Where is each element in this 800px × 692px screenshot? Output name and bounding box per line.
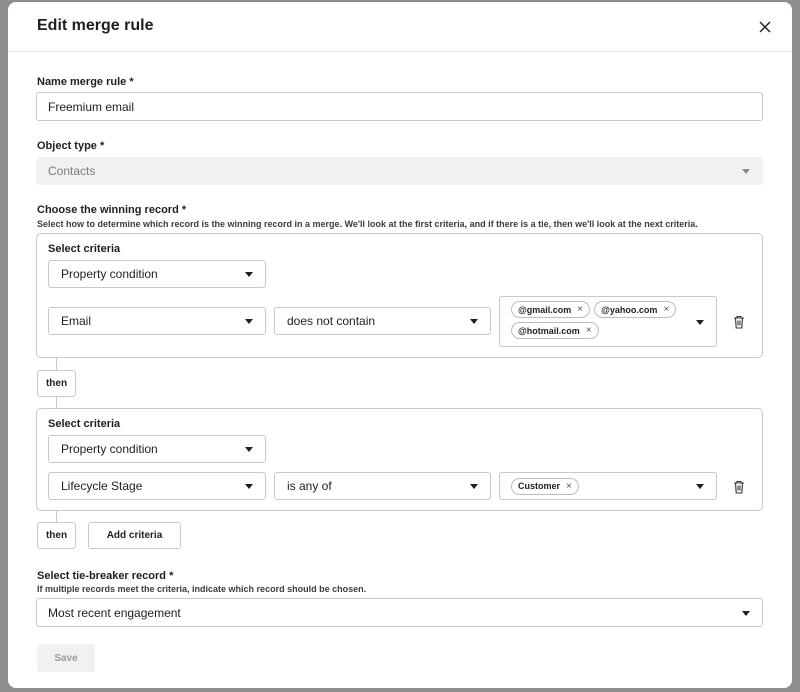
values-multiselect[interactable]: Customer ×	[499, 472, 717, 500]
name-merge-rule-value: Freemium email	[48, 99, 135, 114]
property-select[interactable]: Lifecycle Stage	[48, 472, 266, 500]
x-icon[interactable]: ×	[566, 481, 572, 492]
property-value: Email	[61, 314, 92, 328]
criteria-card-title: Select criteria	[48, 243, 121, 255]
x-icon[interactable]: ×	[577, 304, 583, 315]
chevron-down-icon	[696, 484, 704, 489]
edit-merge-rule-modal: Edit merge rule Name merge rule * Freemi…	[8, 2, 792, 688]
save-button[interactable]: Save	[37, 644, 95, 672]
chevron-down-icon	[245, 447, 253, 452]
x-icon[interactable]: ×	[663, 304, 669, 315]
then-button[interactable]: then	[37, 370, 76, 397]
property-value: Lifecycle Stage	[61, 479, 143, 493]
value-tag-label: @gmail.com	[518, 304, 572, 315]
value-tag-label: @hotmail.com	[518, 325, 580, 336]
criteria-type-value: Property condition	[61, 442, 158, 456]
operator-select[interactable]: is any of	[274, 472, 491, 500]
close-icon	[759, 21, 771, 33]
criteria-card-1: Select criteria Property condition Email…	[36, 233, 763, 358]
name-field-label: Name merge rule *	[37, 76, 134, 88]
add-criteria-button[interactable]: Add criteria	[88, 522, 181, 549]
tie-breaker-select[interactable]: Most recent engagement	[36, 598, 763, 627]
object-type-value: Contacts	[48, 164, 96, 178]
tie-breaker-label: Select tie-breaker record *	[37, 570, 174, 582]
chevron-down-icon	[470, 319, 478, 324]
modal-header: Edit merge rule	[8, 2, 792, 52]
chevron-down-icon	[742, 169, 750, 174]
object-type-select: Contacts	[36, 157, 763, 185]
operator-select[interactable]: does not contain	[274, 307, 491, 335]
value-tag: Customer ×	[511, 477, 579, 495]
property-select[interactable]: Email	[48, 307, 266, 335]
value-tag: @yahoo.com ×	[594, 301, 677, 318]
value-tag-label: Customer	[518, 481, 561, 491]
name-merge-rule-input[interactable]: Freemium email	[36, 92, 763, 121]
chevron-down-icon	[245, 484, 253, 489]
chevron-down-icon	[245, 319, 253, 324]
tie-breaker-help: If multiple records meet the criteria, i…	[37, 584, 367, 594]
tie-breaker-value: Most recent engagement	[48, 605, 181, 620]
chevron-down-icon	[742, 610, 750, 616]
close-button[interactable]	[754, 16, 776, 38]
chevron-down-icon	[245, 272, 253, 277]
criteria-type-select[interactable]: Property condition	[48, 435, 266, 463]
value-tag: @gmail.com ×	[511, 301, 591, 318]
then-button[interactable]: then	[37, 522, 76, 549]
x-icon[interactable]: ×	[586, 325, 592, 336]
winning-record-label: Choose the winning record *	[37, 204, 187, 216]
criteria-card-2: Select criteria Property condition Lifec…	[36, 408, 763, 511]
chevron-down-icon	[470, 484, 478, 489]
value-tag: @hotmail.com ×	[511, 322, 599, 339]
criteria-card-title: Select criteria	[48, 418, 121, 430]
trash-icon[interactable]	[732, 479, 746, 495]
operator-value: is any of	[287, 479, 332, 493]
modal-title: Edit merge rule	[37, 17, 154, 34]
object-type-label: Object type *	[37, 140, 105, 152]
values-multiselect[interactable]: @gmail.com × @yahoo.com × @hotmail.com ×	[499, 296, 717, 347]
value-tag-label: @yahoo.com	[601, 304, 658, 315]
criteria-type-select[interactable]: Property condition	[48, 260, 266, 288]
chevron-down-icon	[696, 319, 704, 325]
winning-record-help: Select how to determine which record is …	[37, 219, 698, 229]
trash-icon[interactable]	[732, 314, 746, 330]
operator-value: does not contain	[287, 314, 376, 328]
criteria-type-value: Property condition	[61, 267, 158, 281]
